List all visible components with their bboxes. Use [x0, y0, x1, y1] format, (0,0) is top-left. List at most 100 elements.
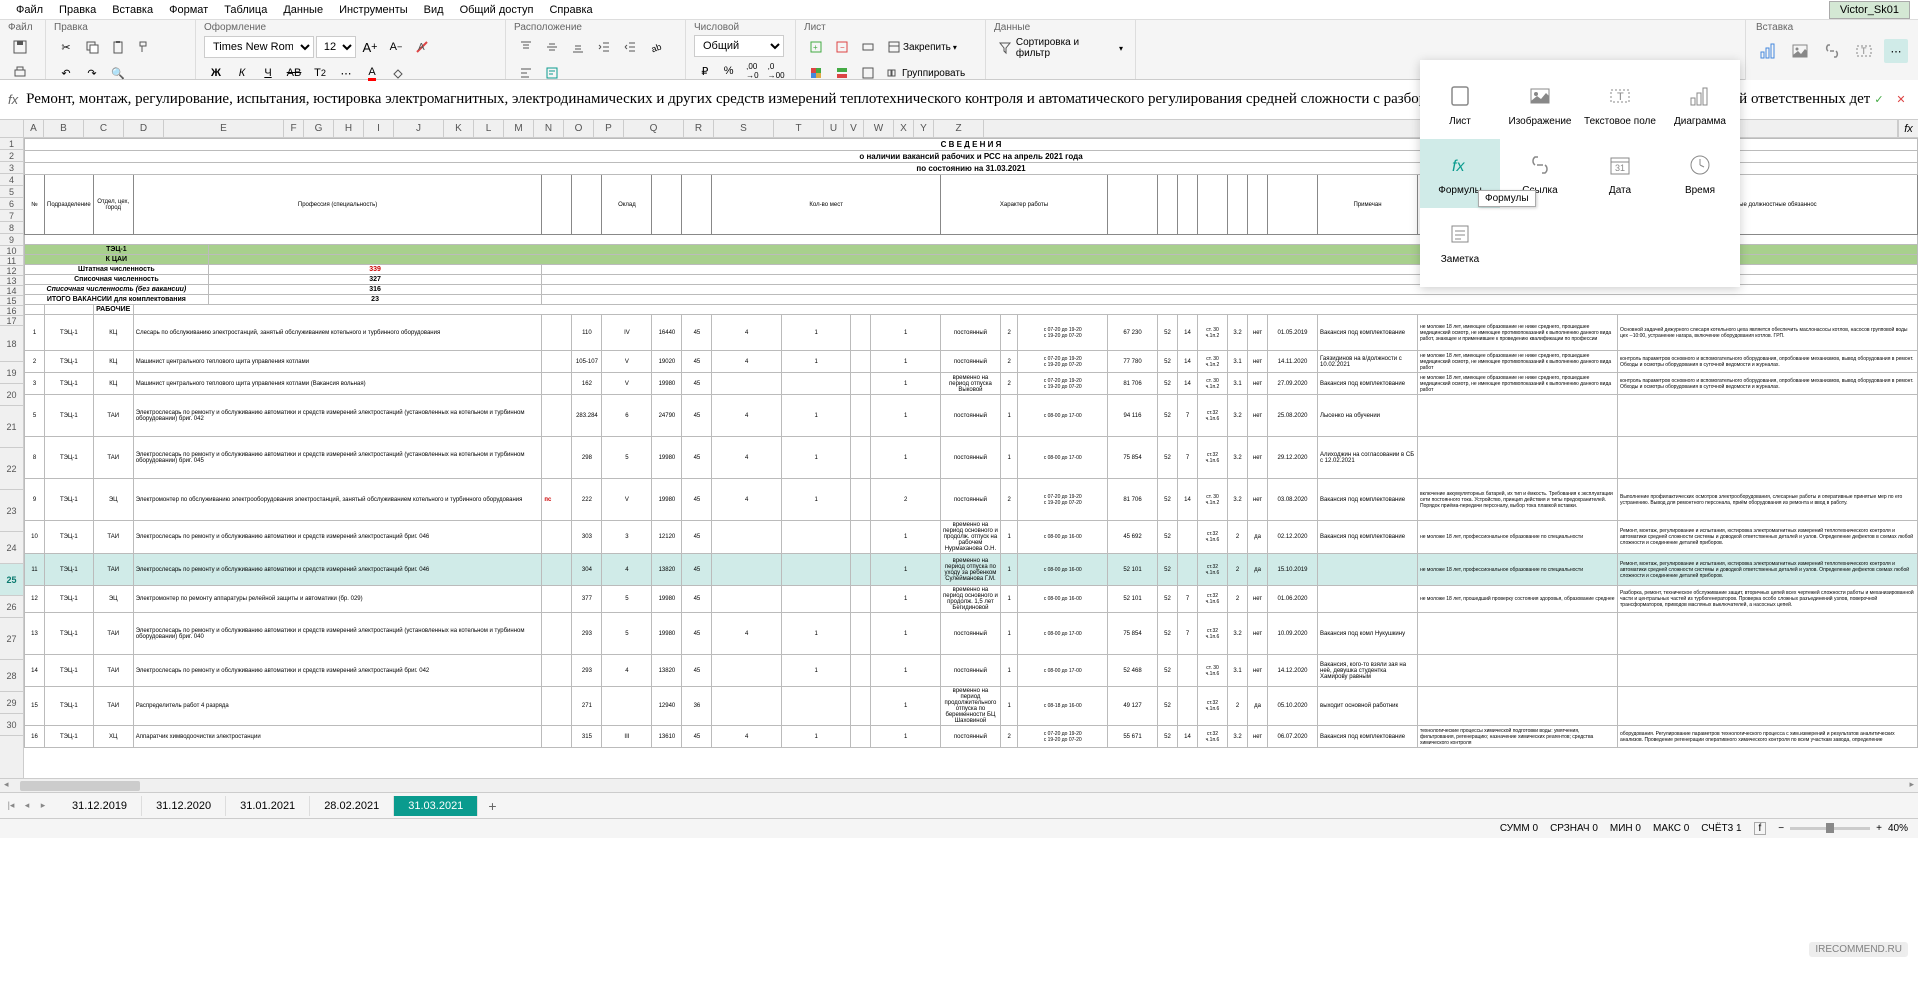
column-header[interactable]: A [24, 120, 44, 137]
cell[interactable] [851, 373, 871, 395]
cell[interactable]: Слесарь по обслуживанию электростанций, … [133, 315, 542, 351]
cell[interactable]: 2 [1000, 315, 1017, 351]
cell[interactable]: ТЭЦ-1 [45, 726, 94, 748]
cell[interactable]: Гаязидинов на в/должности с 10.02.2021 [1318, 351, 1418, 373]
cell[interactable]: 29.12.2020 [1268, 437, 1318, 479]
cell[interactable] [712, 373, 782, 395]
cell[interactable]: Электрослесарь по ремонту и обслуживанию… [133, 613, 542, 655]
cell[interactable]: Вакансия под комплектование [1318, 726, 1418, 748]
cell[interactable]: 4 [712, 726, 782, 748]
cell[interactable]: 1 [1000, 687, 1017, 726]
cell[interactable]: 19980 [652, 437, 682, 479]
cell[interactable]: с 07-20 до 19-20 с 19-20 до 07-20 [1018, 373, 1108, 395]
cell[interactable]: временно на период продолжительного отпу… [940, 687, 1000, 726]
cell[interactable]: 14 [25, 655, 45, 687]
cell[interactable]: с 08-00 до 17-00 [1018, 395, 1108, 437]
cell[interactable]: КЦ [93, 373, 133, 395]
cell[interactable]: 19980 [652, 373, 682, 395]
cell[interactable]: ТЭЦ-1 [25, 245, 209, 255]
cell[interactable]: выходит основной работник [1318, 687, 1418, 726]
select-all-corner[interactable] [0, 120, 24, 137]
cell[interactable]: 52 101 [1108, 586, 1158, 613]
cell[interactable]: ст. 30 ч.1п.2 [1198, 373, 1228, 395]
cell[interactable]: 7 [1178, 586, 1198, 613]
cell[interactable]: 55 671 [1108, 726, 1158, 748]
cell[interactable]: 1 [871, 655, 941, 687]
column-header[interactable]: T [774, 120, 824, 137]
cell[interactable]: 339 [208, 265, 542, 275]
save-icon[interactable] [8, 35, 32, 59]
cut-icon[interactable]: ✂ [54, 35, 78, 59]
cell[interactable]: 1 [1000, 521, 1017, 554]
cell[interactable]: временно на период отпуска по уходу за р… [940, 554, 1000, 586]
insert-chart-icon[interactable] [1756, 39, 1780, 63]
cell[interactable]: ТЭЦ-1 [45, 437, 94, 479]
cell[interactable]: 03.08.2020 [1268, 479, 1318, 521]
row-header[interactable]: 21 [0, 406, 23, 448]
sheet-tab[interactable]: 28.02.2021 [310, 796, 394, 816]
cell[interactable] [133, 305, 1917, 315]
cell[interactable]: ТАИ [93, 437, 133, 479]
cell[interactable]: 14.12.2020 [1268, 655, 1318, 687]
cell[interactable]: с 08-00 до 16-00 [1018, 554, 1108, 586]
cell[interactable] [712, 554, 782, 586]
row-header[interactable]: 5 [0, 186, 23, 198]
increase-font-icon[interactable]: A+ [358, 35, 382, 59]
cell[interactable]: постоянный [940, 395, 1000, 437]
cell[interactable] [542, 315, 572, 351]
cell[interactable]: 13610 [652, 726, 682, 748]
cell[interactable]: ст. 30 ч.1п.2 [1198, 315, 1228, 351]
cell[interactable]: с 08-00 до 17-00 [1018, 437, 1108, 479]
row-header[interactable]: 9 [0, 234, 23, 246]
cell[interactable]: Вакансия под комплектование [1318, 373, 1418, 395]
cell[interactable]: включение аккумуляторных батарей, их тип… [1418, 479, 1618, 521]
cell[interactable]: 1 [871, 687, 941, 726]
cell[interactable]: Электрослесарь по ремонту и обслуживанию… [133, 437, 542, 479]
zoom-in-icon[interactable]: + [1876, 823, 1882, 834]
cell[interactable]: Подразделение [45, 175, 94, 235]
row-header[interactable]: 15 [0, 296, 23, 306]
cell[interactable]: 304 [572, 554, 602, 586]
cell[interactable]: 1 [871, 554, 941, 586]
cell[interactable]: 3.2 [1228, 315, 1248, 351]
cell[interactable]: 10.09.2020 [1268, 613, 1318, 655]
cell[interactable] [712, 655, 782, 687]
cell[interactable]: 377 [572, 586, 602, 613]
cell[interactable]: 52 [1158, 726, 1178, 748]
cell[interactable]: 45 [682, 613, 712, 655]
cell[interactable]: 5 [602, 437, 652, 479]
row-header[interactable]: 16 [0, 306, 23, 316]
cell[interactable]: 52 [1158, 521, 1178, 554]
cell[interactable]: с 07-20 до 19-20 с 19-20 до 07-20 [1018, 315, 1108, 351]
cell[interactable]: нет [1248, 437, 1268, 479]
cell[interactable] [712, 586, 782, 613]
cell[interactable]: ст.32 ч.1п.6 [1198, 554, 1228, 586]
row-header[interactable]: 27 [0, 618, 23, 660]
cell[interactable] [1418, 655, 1618, 687]
cell[interactable] [851, 655, 871, 687]
cell[interactable] [851, 613, 871, 655]
cell[interactable]: 8 [25, 437, 45, 479]
cell[interactable]: 45 [682, 554, 712, 586]
cell[interactable]: Электрослесарь по ремонту и обслуживанию… [133, 554, 542, 586]
menubar-item[interactable]: Таблица [216, 2, 275, 18]
cell[interactable] [851, 521, 871, 554]
cell[interactable]: 4 [712, 315, 782, 351]
cell[interactable]: 3.1 [1228, 655, 1248, 687]
cell[interactable]: 14 [1178, 373, 1198, 395]
cell[interactable]: 24790 [652, 395, 682, 437]
cell[interactable]: Машинист центрального теплового щита упр… [133, 373, 542, 395]
cell[interactable] [1108, 175, 1158, 235]
cell[interactable]: 4 [712, 395, 782, 437]
cell[interactable] [1158, 175, 1178, 235]
cell[interactable]: 19980 [652, 479, 682, 521]
cell[interactable] [1248, 175, 1268, 235]
cell[interactable]: нет [1248, 315, 1268, 351]
cell[interactable]: ст.32 ч.1п.6 [1198, 437, 1228, 479]
cell[interactable]: пс [542, 479, 572, 521]
cell[interactable]: с 08-00 до 17-00 [1018, 655, 1108, 687]
cell[interactable]: 27.09.2020 [1268, 373, 1318, 395]
row-header[interactable]: 12 [0, 266, 23, 276]
cell[interactable] [781, 373, 851, 395]
zoom-out-icon[interactable]: − [1778, 823, 1784, 834]
